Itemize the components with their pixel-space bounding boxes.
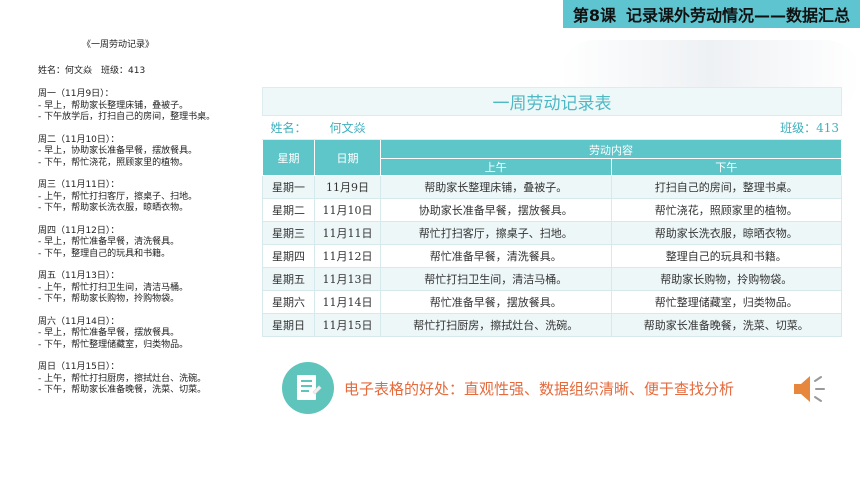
day-line: - 下午放学后，打扫自己的房间，整理书桌。 — [38, 112, 216, 122]
day-heading: 周日（11月15日）： — [38, 362, 120, 372]
cell-afternoon: 打扫自己的房间，整理书桌。 — [610, 175, 842, 199]
day-line: - 早上，帮忙准备早餐，摆放餐具。 — [38, 328, 180, 338]
day-entries: 周一（11月9日）： - 早上，帮助家长整理床铺，叠被子。 - 下午放学后，打扫自己… — [38, 89, 268, 397]
header-date: 日期 — [314, 139, 381, 176]
day-entry: 周一（11月9日）： - 早上，帮助家长整理床铺，叠被子。 - 下午放学后，打扫自己… — [38, 89, 268, 124]
cell-date: 11月9日 — [314, 175, 381, 199]
document-meta: 姓名：何文焱 班级：413 — [38, 65, 146, 76]
day-line: - 早上，协助家长准备早餐，摆放餐具。 — [38, 146, 198, 156]
cell-weekday: 星期六 — [262, 290, 315, 314]
cell-date: 11月15日 — [314, 313, 381, 337]
record-table: 一周劳动记录表 姓名： 何文焱 班级：413 星期 日期 劳动内容 上午 下午 … — [262, 87, 842, 337]
cell-date: 11月14日 — [314, 290, 381, 314]
cell-afternoon: 帮助家长准备晚餐，洗菜、切菜。 — [610, 313, 842, 337]
day-line: - 上午，帮忙打扫客厅，擦桌子、扫地。 — [38, 191, 198, 202]
day-entry: 周四（11月12日）： - 早上，帮忙准备早餐，清洗餐具。 - 下午，整理自己的玩具… — [38, 226, 268, 261]
table-row: 星期一 11月9日 帮助家长整理床铺，叠被子。 打扫自己的房间，整理书桌。 — [262, 175, 842, 199]
day-line: - 下午，整理自己的玩具和书籍。 — [38, 248, 171, 259]
table-row: 星期二 11月10日 协助家长准备早餐，摆放餐具。 帮忙浇花，照顾家里的植物。 — [262, 198, 842, 222]
day-line: - 早上，帮助家长整理床铺，叠被子。 — [38, 100, 189, 111]
day-heading: 周五（11月13日）： — [38, 271, 120, 281]
day-line: - 下午，帮助家长购物，拎购物袋。 — [38, 294, 180, 304]
day-heading: 周二（11月10日）： — [38, 134, 120, 145]
cell-date: 11月10日 — [314, 198, 381, 222]
cell-weekday: 星期五 — [262, 267, 315, 291]
day-entry: 周二（11月10日）： - 早上，协助家长准备早餐，摆放餐具。 - 下午，帮忙浇花，… — [38, 135, 268, 170]
cell-morning: 帮忙打扫客厅，擦桌子、扫地。 — [380, 221, 612, 245]
cell-date: 11月11日 — [314, 221, 381, 245]
day-entry: 周三（11月11日）： - 上午，帮忙打扫客厅，擦桌子、扫地。 - 下午，帮助家长洗… — [38, 180, 268, 215]
header-weekday: 星期 — [262, 139, 315, 176]
cell-morning: 帮忙准备早餐，清洗餐具。 — [380, 244, 612, 268]
cell-afternoon: 帮忙浇花，照顾家里的植物。 — [610, 198, 842, 222]
day-line: - 下午，帮助家长洗衣服，晾晒衣物。 — [38, 203, 189, 213]
cell-afternoon: 整理自己的玩具和书籍。 — [610, 244, 842, 268]
class-info: 班级：413 — [380, 115, 842, 140]
cell-weekday: 星期二 — [262, 198, 315, 222]
cell-weekday: 星期三 — [262, 221, 315, 245]
day-heading: 周一（11月9日）： — [38, 89, 114, 99]
day-line: - 下午，帮忙浇花，照顾家里的植物。 — [38, 157, 189, 168]
table-row: 星期六 11月14日 帮忙准备早餐，摆放餐具。 帮忙整理储藏室，归类物品。 — [262, 290, 842, 314]
table-row: 星期五 11月13日 帮忙打扫卫生间，清洁马桶。 帮助家长购物，拎购物袋。 — [262, 267, 842, 291]
document-icon — [282, 362, 334, 414]
cell-weekday: 星期四 — [262, 244, 315, 268]
day-line: - 下午，帮忙整理储藏室，归类物品。 — [38, 339, 189, 350]
lesson-number: 第8课 — [572, 6, 616, 25]
benefit-text: 电子表格的好处：直观性强、数据组织清晰、便于查找分析 — [344, 380, 735, 398]
table-row: 星期四 11月12日 帮忙准备早餐，清洗餐具。 整理自己的玩具和书籍。 — [262, 244, 842, 268]
table-row: 星期日 11月15日 帮忙打扫厨房，擦拭灶台、洗碗。 帮助家长准备晚餐，洗菜、切菜。 — [262, 313, 842, 337]
day-heading: 周三（11月11日）： — [38, 180, 120, 190]
name-value: 何文焱 — [314, 115, 381, 140]
header-morning: 上午 — [380, 158, 612, 176]
cell-weekday: 星期日 — [262, 313, 315, 337]
name-label: 姓名： — [262, 115, 315, 140]
cell-weekday: 星期一 — [262, 175, 315, 199]
day-line: - 早上，帮忙准备早餐，清洗餐具。 — [38, 237, 180, 247]
cell-morning: 帮助家长整理床铺，叠被子。 — [380, 175, 612, 199]
cell-morning: 帮忙打扫卫生间，清洁马桶。 — [380, 267, 612, 291]
cell-morning: 帮忙打扫厨房，擦拭灶台、洗碗。 — [380, 313, 612, 337]
lesson-title-banner: 第8课 记录课外劳动情况——数据汇总 — [562, 0, 860, 28]
day-entry: 周六（11月14日）： - 早上，帮忙准备早餐，摆放餐具。 - 下午，帮忙整理储藏室… — [38, 317, 268, 352]
cell-morning: 协助家长准备早餐，摆放餐具。 — [380, 198, 612, 222]
day-heading: 周四（11月12日）： — [38, 225, 120, 236]
cell-date: 11月13日 — [314, 267, 381, 291]
cell-afternoon: 帮忙整理储藏室，归类物品。 — [610, 290, 842, 314]
document-title: 《一周劳动记录》 — [81, 40, 154, 50]
speaker-icon[interactable] — [792, 374, 826, 404]
cell-afternoon: 帮助家长洗衣服，晾晒衣物。 — [610, 221, 842, 245]
header-content: 劳动内容 — [380, 139, 842, 159]
cell-morning: 帮忙准备早餐，摆放餐具。 — [380, 290, 612, 314]
day-heading: 周六（11月14日）： — [38, 316, 120, 327]
labor-record-spreadsheet: 一周劳动记录表 姓名： 何文焱 班级：413 星期 日期 劳动内容 上午 下午 … — [262, 87, 842, 337]
lesson-title: 记录课外劳动情况——数据汇总 — [625, 6, 850, 25]
table-row: 星期三 11月11日 帮忙打扫客厅，擦桌子、扫地。 帮助家长洗衣服，晾晒衣物。 — [262, 221, 842, 245]
day-entry: 周五（11月13日）： - 上午，帮忙打扫卫生间，清洁马桶。 - 下午，帮助家长购物… — [38, 271, 268, 306]
cell-afternoon: 帮助家长购物，拎购物袋。 — [610, 267, 842, 291]
table-body: 星期一 11月9日 帮助家长整理床铺，叠被子。 打扫自己的房间，整理书桌。 星期二 11月… — [262, 175, 842, 337]
day-line: - 下午，帮助家长准备晚餐，洗菜、切菜。 — [38, 385, 207, 395]
day-entry: 周日（11月15日）： - 上午，帮忙打扫厨房，擦拭灶台、洗碗。 - 下午，帮助家长… — [38, 362, 268, 397]
header-afternoon: 下午 — [610, 158, 842, 176]
cell-date: 11月12日 — [314, 244, 381, 268]
day-line: - 上午，帮忙打扫卫生间，清洁马桶。 — [38, 282, 189, 293]
table-caption: 一周劳动记录表 — [262, 87, 842, 116]
benefit-callout: 电子表格的好处：直观性强、数据组织清晰、便于查找分析 — [282, 362, 837, 416]
day-line: - 上午，帮忙打扫厨房，擦拭灶台、洗碗。 — [38, 373, 207, 384]
labor-record-document: 《一周劳动记录》 姓名：何文焱 班级：413 周一（11月9日）： - 早上，帮助… — [38, 40, 268, 408]
